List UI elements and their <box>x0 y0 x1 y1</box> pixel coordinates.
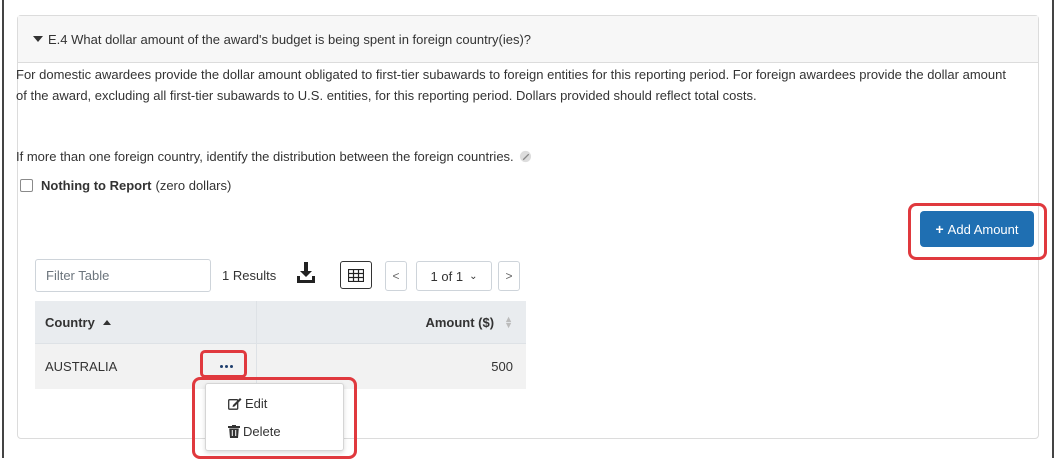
sort-icon: ▲ ▼ <box>504 314 513 330</box>
next-page-button[interactable]: > <box>498 261 520 291</box>
column-header-amount-label: Amount ($) <box>425 314 495 330</box>
section-title: E.4 What dollar amount of the award's bu… <box>48 31 532 47</box>
nothing-to-report-label: Nothing to Report <box>41 178 152 193</box>
distribution-note: If more than one foreign country, identi… <box>16 149 532 164</box>
download-icon[interactable] <box>296 262 316 284</box>
filter-table-input[interactable]: Filter Table <box>35 259 211 292</box>
prev-page-button[interactable]: < <box>385 261 407 291</box>
highlight-row-menu <box>192 377 357 459</box>
nothing-to-report-checkbox[interactable] <box>20 179 33 192</box>
chevron-down-icon: ⌄ <box>469 270 478 282</box>
column-toggle-button[interactable] <box>340 261 372 289</box>
page-select[interactable]: 1 of 1 ⌄ <box>416 261 492 291</box>
highlight-row-actions <box>200 350 247 378</box>
page-indicator: 1 of 1 <box>430 268 464 284</box>
results-count: 1 Results <box>222 268 277 283</box>
highlight-add-button <box>908 203 1047 260</box>
help-icon[interactable] <box>519 150 532 163</box>
column-header-amount[interactable]: Amount ($) ▲ ▼ <box>257 301 526 343</box>
cell-country-value: AUSTRALIA <box>45 359 118 374</box>
nothing-to-report-hint: (zero dollars) <box>155 178 232 193</box>
column-header-country-label: Country <box>45 314 95 330</box>
distribution-note-text: If more than one foreign country, identi… <box>16 149 514 164</box>
column-header-country[interactable]: Country <box>35 301 257 343</box>
sort-asc-icon <box>102 319 111 325</box>
table-grid-icon <box>348 268 364 282</box>
table-header: Country Amount ($) ▲ ▼ <box>35 301 526 344</box>
section-header[interactable]: E.4 What dollar amount of the award's bu… <box>18 16 1038 63</box>
section-description: For domestic awardees provide the dollar… <box>16 67 1006 103</box>
nothing-to-report[interactable]: Nothing to Report (zero dollars) <box>20 178 231 193</box>
amounts-table: Country Amount ($) ▲ ▼ AUSTRALIA 500 <box>35 301 526 389</box>
caret-down-icon <box>33 36 43 42</box>
